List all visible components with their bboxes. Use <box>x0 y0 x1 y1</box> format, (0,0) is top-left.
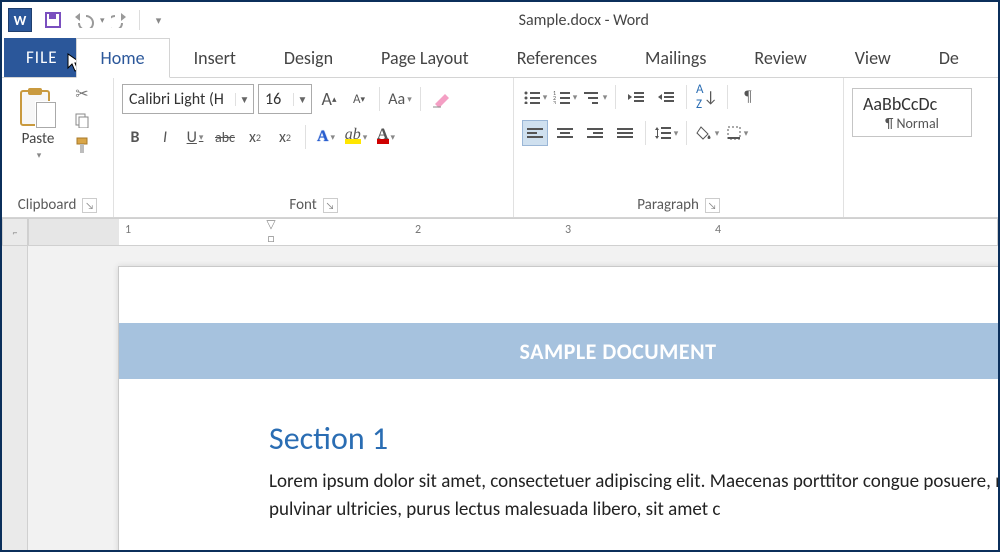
line-spacing-button[interactable]: ▾ <box>653 120 679 146</box>
tab-review[interactable]: Review <box>730 38 830 77</box>
align-left-button[interactable] <box>522 120 548 146</box>
font-name-combo[interactable]: ▼ <box>122 84 254 114</box>
multilevel-list-button[interactable]: ▾ <box>582 84 608 110</box>
vertical-ruler[interactable] <box>2 246 28 550</box>
paste-dropdown-icon[interactable]: ▾ <box>37 150 42 161</box>
tab-overflow[interactable]: De <box>915 38 983 77</box>
ruler-tick: 1 <box>125 223 131 237</box>
clipboard-dialog-launcher[interactable]: ↘ <box>82 198 97 213</box>
tab-home[interactable]: Home <box>76 38 170 78</box>
document-area[interactable]: SAMPLE DOCUMENT Section 1 Lorem ipsum do… <box>28 246 998 550</box>
document-body-text[interactable]: Lorem ipsum dolor sit amet, consectetuer… <box>269 468 998 524</box>
font-dialog-launcher[interactable]: ↘ <box>323 198 338 213</box>
tab-view[interactable]: View <box>831 38 915 77</box>
bold-button[interactable]: B <box>122 124 148 150</box>
document-banner[interactable]: SAMPLE DOCUMENT <box>119 323 998 379</box>
tab-page-layout[interactable]: Page Layout <box>357 38 493 77</box>
clear-formatting-icon[interactable] <box>428 86 454 112</box>
subscript-button[interactable]: x2 <box>242 124 268 150</box>
clipboard-group-label: Clipboard <box>18 196 77 214</box>
font-size-combo[interactable]: ▼ <box>258 84 312 114</box>
page[interactable]: SAMPLE DOCUMENT Section 1 Lorem ipsum do… <box>118 266 998 550</box>
align-center-button[interactable] <box>552 120 578 146</box>
grow-font-button[interactable]: A▴ <box>316 86 342 112</box>
undo-icon[interactable] <box>70 7 96 33</box>
tab-file-label: FILE <box>26 47 58 68</box>
font-color-button[interactable]: A▾ <box>373 124 399 150</box>
undo-dropdown-icon[interactable]: ▾ <box>100 15 105 26</box>
underline-button[interactable]: U▾ <box>182 124 208 150</box>
shrink-font-button[interactable]: A▾ <box>346 86 372 112</box>
horizontal-ruler[interactable]: ▽□ 1 2 3 4 <box>28 218 998 246</box>
style-name: ¶ Normal <box>863 115 961 132</box>
numbering-button[interactable]: 123▾ <box>552 84 578 110</box>
font-group-label: Font <box>289 196 316 214</box>
paste-label: Paste <box>22 130 55 148</box>
font-name-input[interactable] <box>123 85 235 113</box>
format-painter-icon[interactable] <box>72 136 92 156</box>
paste-button[interactable]: Paste ▾ <box>10 84 66 161</box>
strikethrough-button[interactable]: abc <box>212 124 238 150</box>
copy-icon[interactable] <box>72 110 92 130</box>
font-size-input[interactable] <box>259 85 293 113</box>
italic-button[interactable]: I <box>152 124 178 150</box>
paragraph-group-label: Paragraph <box>637 196 699 214</box>
change-case-button[interactable]: Aa▾ <box>387 86 413 112</box>
shading-button[interactable]: ▾ <box>694 120 720 146</box>
text-effects-button[interactable]: A▾ <box>313 124 339 150</box>
paste-icon <box>20 88 56 128</box>
increase-indent-button[interactable] <box>653 84 679 110</box>
decrease-indent-button[interactable] <box>623 84 649 110</box>
font-name-dropdown-icon[interactable]: ▼ <box>235 93 253 106</box>
tab-insert[interactable]: Insert <box>170 38 260 77</box>
ruler-tick: 2 <box>415 223 421 237</box>
borders-button[interactable]: ▾ <box>724 120 750 146</box>
ruler-corner: ⌐ <box>2 218 28 246</box>
word-logo: W <box>8 8 32 32</box>
tab-file[interactable]: FILE <box>4 38 76 77</box>
show-marks-button[interactable]: ¶ <box>735 84 761 110</box>
document-heading[interactable]: Section 1 <box>269 419 998 458</box>
tab-mailings[interactable]: Mailings <box>621 38 730 77</box>
tab-design[interactable]: Design <box>260 38 357 77</box>
customize-qat-icon[interactable]: ▾ <box>146 7 172 33</box>
redo-icon[interactable] <box>107 7 133 33</box>
bullets-button[interactable]: ▾ <box>522 84 548 110</box>
style-preview: AaBbCcDc <box>863 93 961 115</box>
sort-button[interactable]: AZ↓ <box>694 84 720 110</box>
superscript-button[interactable]: x2 <box>272 124 298 150</box>
ruler-tick: 4 <box>715 223 721 237</box>
highlight-button[interactable]: ab▾ <box>343 124 369 150</box>
tab-references[interactable]: References <box>493 38 621 77</box>
style-normal[interactable]: AaBbCcDc ¶ Normal <box>852 88 972 137</box>
svg-text:3: 3 <box>553 99 556 104</box>
align-right-button[interactable] <box>582 120 608 146</box>
justify-button[interactable] <box>612 120 638 146</box>
paragraph-dialog-launcher[interactable]: ↘ <box>705 198 720 213</box>
font-size-dropdown-icon[interactable]: ▼ <box>293 93 311 106</box>
window-title: Sample.docx - Word <box>174 11 994 30</box>
ruler-tick: 3 <box>565 223 571 237</box>
cut-icon[interactable]: ✂ <box>72 84 92 104</box>
save-icon[interactable] <box>40 7 66 33</box>
indent-marker-icon[interactable]: ▽□ <box>265 217 277 246</box>
